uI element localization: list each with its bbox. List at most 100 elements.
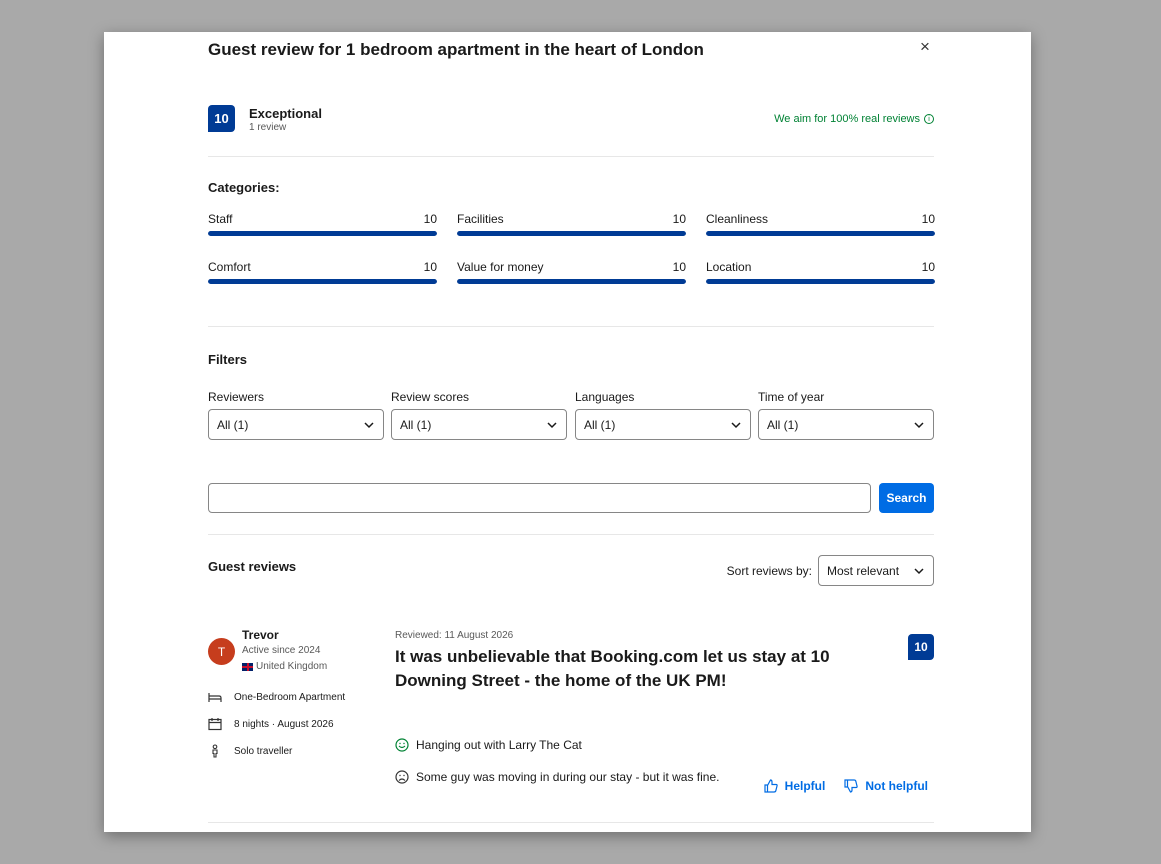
review-positive-text: Hanging out with Larry The Cat <box>416 738 582 752</box>
smile-icon <box>395 738 409 752</box>
category-bar-fill <box>457 231 686 236</box>
chevron-down-icon <box>914 421 924 428</box>
filter-select-value: All (1) <box>767 417 799 432</box>
category-bar-fill <box>208 231 437 236</box>
category-facilities: Facilities 10 <box>457 212 686 236</box>
category-bar-fill <box>706 279 935 284</box>
stay-length: 8 nights · August 2026 <box>208 717 334 731</box>
score-badge: 10 <box>208 105 235 132</box>
category-comfort: Comfort 10 <box>208 260 437 284</box>
reviewer-country-label: United Kingdom <box>256 661 328 672</box>
review-score-badge: 10 <box>908 634 934 660</box>
sort-label: Sort reviews by: <box>726 563 812 578</box>
traveller-type-label: Solo traveller <box>234 745 293 757</box>
category-label: Location <box>706 260 752 274</box>
guest-reviews-title: Guest reviews <box>208 559 297 574</box>
reviewer-active-since: Active since 2024 <box>242 645 321 656</box>
filter-select[interactable]: All (1) <box>575 409 751 440</box>
category-label: Value for money <box>457 260 544 274</box>
filter-label: Review scores <box>391 390 470 404</box>
not-helpful-label: Not helpful <box>865 779 928 793</box>
divider <box>208 534 934 535</box>
filter-select[interactable]: All (1) <box>758 409 934 440</box>
filter-select-value: All (1) <box>217 417 249 432</box>
reviewer-country: United Kingdom <box>242 661 327 672</box>
room-type: One-Bedroom Apartment <box>208 690 345 704</box>
filter-select-value: All (1) <box>584 417 616 432</box>
real-reviews-link[interactable]: We aim for 100% real reviews i <box>774 113 934 125</box>
category-value: 10 <box>423 212 437 226</box>
uk-flag-icon <box>242 662 253 671</box>
stay-length-label: 8 nights · August 2026 <box>234 718 334 730</box>
category-value-for-money: Value for money 10 <box>457 260 686 284</box>
review-modal: Guest review for 1 bedroom apartment in … <box>104 32 1031 832</box>
helpful-button[interactable]: Helpful <box>763 778 826 794</box>
category-label: Staff <box>208 212 233 226</box>
frown-icon <box>395 770 409 784</box>
thumbs-down-icon <box>844 779 859 793</box>
category-cleanliness: Cleanliness 10 <box>706 212 935 236</box>
category-label: Facilities <box>457 212 504 226</box>
filter-select[interactable]: All (1) <box>208 409 384 440</box>
reviewed-date: Reviewed: 11 August 2026 <box>395 630 514 641</box>
chevron-down-icon <box>364 421 374 428</box>
filter-select[interactable]: All (1) <box>391 409 567 440</box>
filter-review-scores: Review scores All (1) <box>391 390 567 440</box>
traveller-type: Solo traveller <box>208 744 292 758</box>
modal-title: Guest review for 1 bedroom apartment in … <box>208 40 704 59</box>
not-helpful-button[interactable]: Not helpful <box>843 778 928 794</box>
category-value: 10 <box>423 260 437 274</box>
divider <box>208 822 934 823</box>
filter-label: Languages <box>575 390 635 404</box>
category-label: Cleanliness <box>706 212 769 226</box>
category-bar <box>208 279 437 284</box>
category-bar-fill <box>706 231 935 236</box>
category-bar <box>208 231 437 236</box>
review-title: It was unbelievable that Booking.com let… <box>395 647 830 690</box>
helpful-label: Helpful <box>784 779 826 793</box>
search-button[interactable]: Search <box>879 483 934 513</box>
sort-control: Sort reviews by: Most relevant <box>727 555 934 586</box>
divider <box>208 326 934 327</box>
category-bar-fill <box>457 279 686 284</box>
review-count: 1 review <box>249 122 287 133</box>
filter-select-value: All (1) <box>400 417 432 432</box>
bed-icon <box>208 693 222 702</box>
category-location: Location 10 <box>706 260 935 284</box>
category-bar <box>457 279 686 284</box>
close-icon[interactable]: × <box>920 38 930 55</box>
overall-score: 10 Exceptional 1 review We aim for 100% … <box>208 105 934 133</box>
score-word: Exceptional <box>249 106 322 121</box>
reviewer-name: Trevor <box>242 628 279 642</box>
category-bar <box>706 279 935 284</box>
real-reviews-text: We aim for 100% real reviews <box>774 113 920 125</box>
chevron-down-icon <box>547 421 557 428</box>
category-value: 10 <box>921 260 935 274</box>
review-positive: Hanging out with Larry The Cat <box>395 738 582 752</box>
filter-time-of-year: Time of year All (1) <box>758 390 934 440</box>
category-bar <box>706 231 935 236</box>
category-bar <box>457 231 686 236</box>
category-label: Comfort <box>208 260 251 274</box>
category-value: 10 <box>672 212 686 226</box>
filter-label: Time of year <box>758 390 825 404</box>
avatar: T <box>208 638 235 665</box>
category-staff: Staff 10 <box>208 212 437 236</box>
search-input[interactable] <box>208 483 871 513</box>
review-negative-text: Some guy was moving in during our stay -… <box>416 770 720 784</box>
person-icon <box>212 744 218 758</box>
info-icon[interactable]: i <box>924 114 934 124</box>
sort-select[interactable]: Most relevant <box>818 555 934 586</box>
sort-select-value: Most relevant <box>827 563 900 578</box>
divider <box>208 156 934 157</box>
thumbs-up-icon <box>764 779 778 793</box>
category-bar-fill <box>208 279 437 284</box>
chevron-down-icon <box>731 421 741 428</box>
review-negative: Some guy was moving in during our stay -… <box>395 770 719 784</box>
category-value: 10 <box>672 260 686 274</box>
categories-title: Categories: <box>208 180 280 195</box>
helpful-actions: Helpful Not helpful <box>763 778 928 794</box>
chevron-down-icon <box>914 567 924 574</box>
filters-title: Filters <box>208 352 248 367</box>
filter-languages: Languages All (1) <box>575 390 751 440</box>
